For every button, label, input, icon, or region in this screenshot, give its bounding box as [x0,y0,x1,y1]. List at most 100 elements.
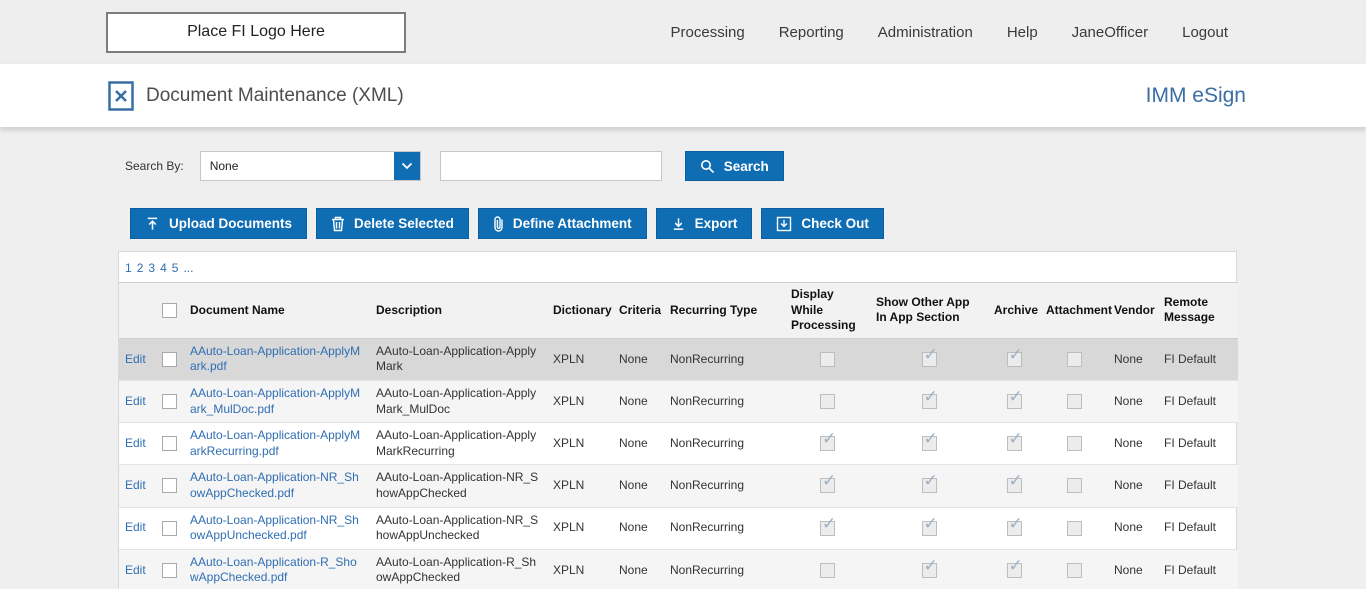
select-all-checkbox[interactable] [162,303,177,318]
show_other_app-cell: ✓ [870,380,988,422]
export-label: Export [695,216,738,231]
search-button[interactable]: Search [685,151,784,181]
upload-icon [145,216,160,232]
display_while_processing-cell [785,338,870,380]
delete-selected-button[interactable]: Delete Selected [316,208,469,239]
row-select-checkbox[interactable] [162,521,177,536]
edit-cell: Edit [119,338,155,380]
row-select-checkbox[interactable] [162,436,177,451]
nav-item-help[interactable]: Help [1007,24,1038,41]
document-name-link[interactable]: AAuto-Loan-Application-NR_ShowAppUncheck… [190,513,359,543]
checkout-icon [776,216,792,232]
edit-link[interactable]: Edit [125,394,146,408]
criteria-cell: None [613,338,664,380]
search-by-label: Search By: [125,159,184,173]
page-link[interactable]: 2 [137,261,144,275]
page-link[interactable]: ... [183,261,193,275]
recurring-type-cell: NonRecurring [664,380,785,422]
description-cell: AAuto-Loan-Application-NR_ShowAppUncheck… [370,507,547,549]
display_while_processing-checkbox [820,394,835,409]
page-link[interactable]: 1 [125,261,132,275]
document-name-link[interactable]: AAuto-Loan-Application-ApplyMark_MulDoc.… [190,386,360,416]
edit-link[interactable]: Edit [125,478,146,492]
dictionary-cell: XPLN [547,549,613,589]
attachment-checkbox [1067,521,1082,536]
search-input[interactable] [440,151,662,181]
page-link[interactable]: 4 [160,261,167,275]
show_other_app-cell: ✓ [870,549,988,589]
vendor-cell: None [1108,423,1158,465]
attachment-checkbox [1067,394,1082,409]
nav-item-administration[interactable]: Administration [878,24,973,41]
search-by-dropdown[interactable]: None [200,151,421,181]
brand-logo: IMM eSign [1146,84,1246,108]
recurring-type-cell: NonRecurring [664,423,785,465]
document-name-link[interactable]: AAuto-Loan-Application-ApplyMark.pdf [190,344,360,374]
recurring-type-cell: NonRecurring [664,465,785,507]
nav-item-user[interactable]: JaneOfficer [1072,24,1148,41]
archive-cell: ✓ [988,549,1040,589]
column-header: Remote Message [1158,283,1238,339]
select-all-header [155,283,184,339]
show_other_app-cell: ✓ [870,423,988,465]
show_other_app-checkbox: ✓ [922,394,937,409]
document-name-cell: AAuto-Loan-Application-ApplyMark.pdf [184,338,370,380]
pagination: 12345... [119,252,1236,282]
display_while_processing-checkbox: ✓ [820,521,835,536]
table-body: Edit AAuto-Loan-Application-ApplyMark.pdf… [119,338,1238,589]
show_other_app-checkbox: ✓ [922,436,937,451]
edit-link[interactable]: Edit [125,352,146,366]
check-out-button[interactable]: Check Out [761,208,884,239]
show_other_app-checkbox: ✓ [922,521,937,536]
document-name-link[interactable]: AAuto-Loan-Application-ApplyMarkRecurrin… [190,428,360,458]
show_other_app-checkbox: ✓ [922,563,937,578]
attachment-checkbox [1067,478,1082,493]
nav-item-reporting[interactable]: Reporting [779,24,844,41]
page-link[interactable]: 3 [148,261,155,275]
define-attachment-button[interactable]: Define Attachment [478,208,647,239]
search-icon [700,159,715,174]
document-name-link[interactable]: AAuto-Loan-Application-NR_ShowAppChecked… [190,470,359,500]
display_while_processing-cell: ✓ [785,507,870,549]
page-header: Document Maintenance (XML) IMM eSign [0,64,1366,127]
dictionary-cell: XPLN [547,423,613,465]
table-row: Edit AAuto-Loan-Application-R_ShowAppChec… [119,549,1238,589]
attachment-cell [1040,338,1108,380]
row-select-checkbox[interactable] [162,352,177,367]
documents-table-card: 12345... Document NameDescriptionDiction… [118,251,1237,589]
row-select-cell [155,423,184,465]
fi-logo-placeholder: Place FI Logo Here [106,12,406,53]
archive-cell: ✓ [988,465,1040,507]
display_while_processing-checkbox: ✓ [820,436,835,451]
table-header-row: Document NameDescriptionDictionaryCriter… [119,283,1238,339]
page-link[interactable]: 5 [172,261,179,275]
vendor-cell: None [1108,465,1158,507]
attachment-checkbox [1067,352,1082,367]
criteria-cell: None [613,507,664,549]
dropdown-selected-value: None [201,152,394,180]
edit-cell: Edit [119,465,155,507]
edit-link[interactable]: Edit [125,436,146,450]
column-header: Show Other App In App Section [870,283,988,339]
show_other_app-cell: ✓ [870,465,988,507]
check-out-label: Check Out [801,216,869,231]
row-select-checkbox[interactable] [162,478,177,493]
remote-message-cell: FI Default [1158,549,1238,589]
search-row: Search By: None Search [118,151,1366,181]
edit-cell: Edit [119,423,155,465]
row-select-checkbox[interactable] [162,563,177,578]
criteria-cell: None [613,465,664,507]
chevron-down-icon[interactable] [394,152,420,180]
remote-message-cell: FI Default [1158,338,1238,380]
export-icon [671,216,686,232]
export-button[interactable]: Export [656,208,753,239]
document-name-cell: AAuto-Loan-Application-ApplyMark_MulDoc.… [184,380,370,422]
edit-link[interactable]: Edit [125,520,146,534]
nav-item-logout[interactable]: Logout [1182,24,1228,41]
upload-documents-button[interactable]: Upload Documents [130,208,307,239]
criteria-cell: None [613,380,664,422]
row-select-checkbox[interactable] [162,394,177,409]
document-name-link[interactable]: AAuto-Loan-Application-R_ShowAppChecked.… [190,555,357,585]
nav-item-processing[interactable]: Processing [671,24,745,41]
edit-link[interactable]: Edit [125,563,146,577]
